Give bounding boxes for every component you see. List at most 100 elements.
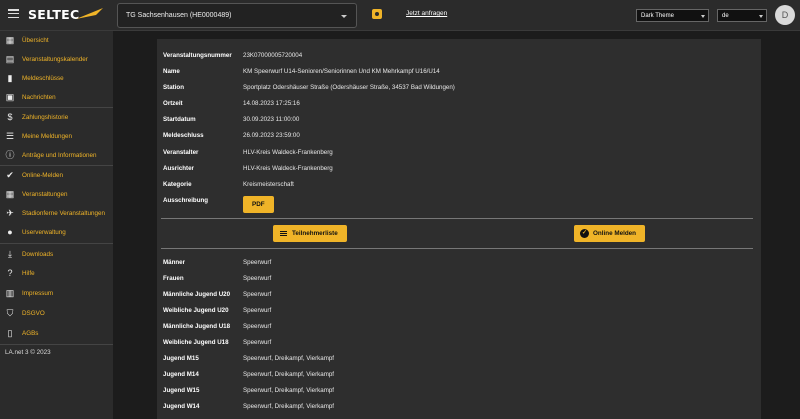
pdf-button-label: PDF bbox=[252, 201, 265, 208]
detail-key: Kategorie bbox=[163, 181, 192, 188]
detail-value: Sportplatz Odershäuser Straße (Odershäus… bbox=[243, 84, 455, 91]
sidebar-item-userverwaltung[interactable]: ● Userverwaltung bbox=[0, 223, 113, 242]
detail-value: 14.08.2023 17:25:16 bbox=[243, 100, 300, 107]
check-circle-icon: ✓ bbox=[580, 229, 589, 238]
detail-key: Station bbox=[163, 84, 184, 91]
detail-key: Ausschreibung bbox=[163, 197, 209, 204]
sidebar: ▦ Übersicht ▤ Veranstaltungskalender ▮ M… bbox=[0, 31, 113, 419]
sidebar-item-antraege[interactable]: ⓘ Anträge und Informationen bbox=[0, 146, 113, 165]
discipline-class: Männer bbox=[163, 259, 186, 266]
top-bar: SELTEC TG Sachsenhausen (HE0000489) Jetz… bbox=[0, 0, 800, 31]
discipline-class: Jugend W14 bbox=[163, 403, 200, 410]
participants-list-button[interactable]: Teilnehmerliste bbox=[273, 225, 347, 242]
list-icon: ☰ bbox=[5, 131, 15, 141]
detail-key: Veranstalter bbox=[163, 149, 199, 156]
runner-icon: ✈ bbox=[6, 208, 14, 218]
shield-icon: ⛉ bbox=[6, 308, 14, 318]
menu-icon[interactable] bbox=[8, 9, 19, 19]
sidebar-item-zahlungshistorie[interactable]: $ Zahlungshistorie bbox=[0, 108, 113, 127]
discipline-class: Jugend W15 bbox=[163, 387, 200, 394]
detail-value: KM Speerwurf U14-Senioren/Seniorinnen Un… bbox=[243, 68, 440, 75]
discipline-class: Weibliche Jugend U20 bbox=[163, 307, 229, 314]
detail-value: HLV-Kreis Waldeck-Frankenberg bbox=[243, 149, 333, 156]
detail-key: Ausrichter bbox=[163, 165, 194, 172]
discipline-row: Jugend W14 Speerwurf, Dreikampf, Vierkam… bbox=[163, 403, 753, 415]
sidebar-item-meldeschluesse[interactable]: ▮ Meldeschlüsse bbox=[0, 69, 113, 88]
sidebar-item-hilfe[interactable]: ? Hilfe bbox=[0, 264, 113, 283]
detail-key: Veranstaltungsnummer bbox=[163, 52, 232, 59]
detail-key: Name bbox=[163, 68, 180, 75]
discipline-value: Speerwurf bbox=[243, 291, 272, 298]
detail-row: Veranstalter HLV-Kreis Waldeck-Frankenbe… bbox=[163, 149, 753, 161]
pdf-button[interactable]: PDF bbox=[243, 196, 274, 213]
discipline-row: Frauen Speerwurf bbox=[163, 275, 753, 287]
sidebar-divider bbox=[0, 344, 113, 345]
detail-row: Kategorie Kreismeisterschaft bbox=[163, 181, 753, 193]
detail-row: Ausrichter HLV-Kreis Waldeck-Frankenberg bbox=[163, 165, 753, 177]
theme-select[interactable]: Dark Theme bbox=[636, 9, 709, 22]
divider bbox=[161, 218, 753, 219]
sidebar-item-uebersicht[interactable]: ▦ Übersicht bbox=[0, 31, 113, 50]
discipline-row: Jugend M15 Speerwurf, Dreikampf, Vierkam… bbox=[163, 355, 753, 367]
sidebar-item-label: Nachrichten bbox=[22, 93, 56, 101]
sidebar-item-nachrichten[interactable]: ▣ Nachrichten bbox=[0, 88, 113, 107]
discipline-class: Frauen bbox=[163, 275, 184, 282]
ask-link[interactable]: Jetzt anfragen bbox=[406, 10, 447, 17]
discipline-value: Speerwurf bbox=[243, 275, 272, 282]
download-icon: ⤓ bbox=[8, 249, 12, 259]
sidebar-item-label: Veranstaltungen bbox=[22, 190, 68, 198]
sidebar-item-veranstaltungen[interactable]: ▦ Veranstaltungen bbox=[0, 185, 113, 204]
detail-row: Ortzeit 14.08.2023 17:25:16 bbox=[163, 100, 753, 112]
chevron-down-icon bbox=[341, 15, 347, 18]
sidebar-item-impressum[interactable]: ▥ Impressum bbox=[0, 284, 113, 303]
club-select[interactable]: TG Sachsenhausen (HE0000489) bbox=[117, 3, 357, 28]
building-icon: ▥ bbox=[5, 288, 15, 298]
detail-key: Meldeschluss bbox=[163, 132, 204, 139]
settings-icon[interactable] bbox=[372, 9, 382, 19]
sidebar-item-label: Hilfe bbox=[22, 269, 35, 277]
sidebar-footer: LA.net 3 © 2023 bbox=[5, 349, 51, 356]
discipline-value: Speerwurf bbox=[243, 259, 272, 266]
theme-select-value: Dark Theme bbox=[641, 12, 674, 19]
discipline-class: Männliche Jugend U20 bbox=[163, 291, 231, 298]
language-select-value: de bbox=[722, 12, 729, 19]
sidebar-item-stadionferne[interactable]: ✈ Stadionferne Veranstaltungen bbox=[0, 204, 113, 223]
sidebar-item-label: DSGVO bbox=[22, 309, 45, 317]
sidebar-item-label: Zahlungshistorie bbox=[22, 113, 69, 121]
news-icon: ▣ bbox=[5, 92, 15, 102]
sidebar-item-label: Downloads bbox=[22, 250, 54, 258]
discipline-row: Männliche Jugend U20 Speerwurf bbox=[163, 291, 753, 303]
sidebar-item-veranstaltungskalender[interactable]: ▤ Veranstaltungskalender bbox=[0, 50, 113, 69]
detail-row: Meldeschluss 26.09.2023 23:59:00 bbox=[163, 132, 753, 144]
sidebar-item-agbs[interactable]: ▯ AGBs bbox=[0, 324, 113, 343]
discipline-value: Speerwurf, Dreikampf, Vierkampf bbox=[243, 387, 335, 394]
sidebar-divider bbox=[0, 243, 113, 244]
club-select-value: TG Sachsenhausen (HE0000489) bbox=[126, 12, 232, 19]
discipline-value: Speerwurf bbox=[243, 323, 272, 330]
sidebar-item-downloads[interactable]: ⤓ Downloads bbox=[0, 245, 113, 264]
discipline-value: Speerwurf bbox=[243, 339, 272, 346]
online-register-button[interactable]: ✓ Online Melden bbox=[574, 225, 645, 242]
sidebar-item-dsgvo[interactable]: ⛉ DSGVO bbox=[0, 304, 113, 323]
discipline-row: Jugend M14 Speerwurf, Dreikampf, Vierkam… bbox=[163, 371, 753, 383]
detail-key: Startdatum bbox=[163, 116, 196, 123]
participants-list-label: Teilnehmerliste bbox=[292, 230, 338, 237]
detail-row: Veranstaltungsnummer 23K07000005720004 bbox=[163, 52, 753, 64]
detail-row: Startdatum 30.09.2023 11:00:00 bbox=[163, 116, 753, 128]
sidebar-item-meine-meldungen[interactable]: ☰ Meine Meldungen bbox=[0, 127, 113, 146]
discipline-row: Männliche Jugend U18 Speerwurf bbox=[163, 323, 753, 335]
discipline-row: Männer Speerwurf bbox=[163, 259, 753, 271]
language-select[interactable]: de bbox=[717, 9, 767, 22]
logo[interactable]: SELTEC bbox=[28, 6, 106, 24]
online-register-label: Online Melden bbox=[593, 230, 637, 237]
discipline-class: Jugend M14 bbox=[163, 371, 199, 378]
sidebar-item-online-melden[interactable]: ✔ Online-Melden bbox=[0, 166, 113, 185]
user-icon: ● bbox=[7, 227, 13, 237]
discipline-row: Weibliche Jugend U18 Speerwurf bbox=[163, 339, 753, 351]
sidebar-item-label: Veranstaltungskalender bbox=[22, 55, 88, 63]
discipline-value: Speerwurf, Dreikampf, Vierkampf bbox=[243, 371, 335, 378]
sidebar-item-label: Userverwaltung bbox=[22, 228, 66, 236]
avatar[interactable]: D bbox=[775, 5, 795, 25]
sidebar-item-label: Meldeschlüsse bbox=[22, 74, 64, 82]
sidebar-item-label: Anträge und Informationen bbox=[22, 151, 97, 159]
